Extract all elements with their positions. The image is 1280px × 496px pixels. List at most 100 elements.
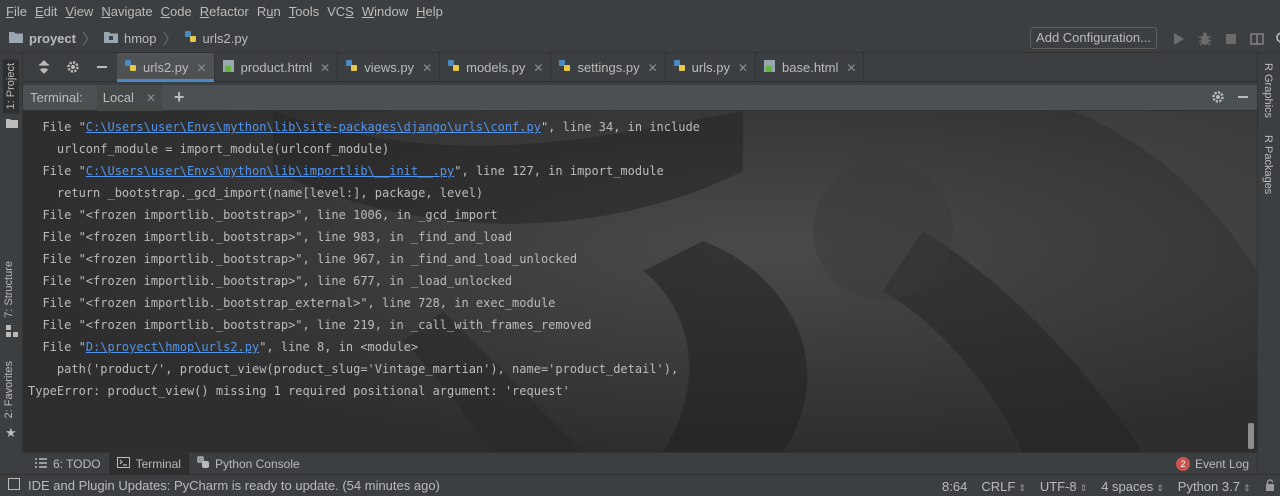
html-file-icon [222,59,236,76]
menu-navigate[interactable]: Navigate [99,0,158,24]
python-file-icon [558,59,572,76]
breadcrumb-folder-label: hmop [123,30,157,46]
terminal-line-text: urlconf_module = import_module(urlconf_m… [28,142,390,156]
terminal-line-text: File "<frozen importlib._bootstrap>", li… [28,252,578,266]
indent-setting[interactable]: 4 spaces ⇕ [1101,479,1164,494]
breadcrumb-project[interactable]: proyect 〉 [0,24,99,53]
tab-urls2-py[interactable]: urls2.py ✕ [117,53,215,82]
indent-setting-text: 4 spaces [1101,478,1154,494]
terminal-tool-button[interactable]: Terminal [108,452,189,475]
menu-tools[interactable]: Tools [287,0,325,24]
python-file-icon [124,59,138,76]
terminal-scrollbar[interactable] [1248,423,1254,449]
status-message[interactable]: IDE and Plugin Updates: PyCharm is ready… [8,478,440,493]
file-encoding[interactable]: UTF-8 ⇕ [1040,479,1087,494]
minimize-icon[interactable] [1237,91,1249,106]
favorites-tool-label: 2: Favorites [3,361,15,419]
r-graphics-tool-button[interactable]: R Graphics [1262,63,1274,118]
terminal-output[interactable]: File "C:\Users\user\Envs\mython\lib\site… [23,111,1257,452]
close-icon[interactable]: ✕ [197,61,207,75]
terminal-line-text: File "<frozen importlib._bootstrap>", li… [28,274,513,288]
terminal-line-text: File " [28,340,86,354]
gear-icon[interactable] [1211,90,1225,107]
stop-icon[interactable] [1218,24,1244,53]
collapse-all-icon[interactable] [29,53,58,82]
menu-vcs[interactable]: VCS [325,0,360,24]
file-path-link[interactable]: C:\Users\user\Envs\mython\lib\importlib\… [86,164,454,178]
menu-window[interactable]: Window [360,0,414,24]
updown-icon: ⇕ [1156,482,1164,493]
terminal-line: File "<frozen importlib._bootstrap>", li… [28,314,700,336]
tab-label: models.py [466,60,526,75]
menu-help[interactable]: Help [414,0,449,24]
tab-product-html[interactable]: product.html ✕ [215,53,339,82]
tab-settings-py[interactable]: settings.py ✕ [551,53,666,82]
right-tool-stripe: R Graphics R Packages [1257,53,1280,473]
breadcrumb-file[interactable]: urls2.py [180,24,248,53]
line-separator[interactable]: CRLF ⇕ [981,479,1026,494]
search-icon[interactable] [1270,24,1280,53]
structure-tool-button[interactable]: 7: Structure [3,261,15,318]
menu-run[interactable]: Run [255,0,287,24]
file-path-link[interactable]: C:\Users\user\Envs\mython\lib\site-packa… [86,120,541,134]
todo-tool-button[interactable]: 6: TODO [27,453,109,475]
python-interpreter-text: Python 3.7 [1177,478,1240,494]
terminal-line-text: return _bootstrap._gcd_import(name[level… [28,186,484,200]
project-tool-button[interactable]: 1: Project [3,59,19,114]
structure-icon [6,325,18,340]
tab-urls-py[interactable]: urls.py ✕ [666,53,757,82]
html-file-icon [763,59,777,76]
favorites-tool-button[interactable]: 2: Favorites [3,361,15,418]
close-icon[interactable]: ✕ [320,61,330,75]
minimize-icon[interactable] [88,53,117,82]
python-interpreter[interactable]: Python 3.7 ⇕ [1178,479,1251,494]
tab-base-html[interactable]: base.html ✕ [756,53,865,82]
menu-file[interactable]: File [4,0,33,24]
tab-views-py[interactable]: views.py ✕ [338,53,441,82]
terminal-line-text: File "<frozen importlib._bootstrap>", li… [28,318,592,332]
terminal-header: Terminal: Local ✕ + [23,84,1257,111]
layout-icon[interactable] [1244,24,1270,53]
terminal-line: File "<frozen importlib._bootstrap>", li… [28,248,700,270]
toggle-tool-windows-icon[interactable] [8,478,20,493]
close-icon[interactable]: ✕ [648,61,658,75]
tab-models-py[interactable]: models.py ✕ [440,53,552,82]
lock-icon[interactable] [1265,478,1275,494]
new-session-icon[interactable]: + [174,87,185,108]
terminal-line: path('product/', product_view(product_sl… [28,358,700,380]
menu-code[interactable]: Code [159,0,198,24]
menu-bar: File Edit View Navigate Code Refactor Run Tools… [0,0,1280,24]
terminal-tool-label: Terminal [135,456,181,471]
python-icon [196,456,209,471]
terminal-line-text: File " [28,120,86,134]
caret-position[interactable]: 8:64 [942,479,967,494]
python-console-tool-button[interactable]: Python Console [189,453,308,475]
menu-edit[interactable]: Edit [33,0,63,24]
terminal-line: File "C:\Users\user\Envs\mython\lib\site… [28,116,699,138]
close-icon[interactable]: ✕ [146,91,156,105]
r-packages-tool-button[interactable]: R Packages [1262,135,1274,194]
python-file-icon [673,59,687,76]
python-file-icon [184,30,198,47]
debug-icon[interactable] [1192,24,1218,53]
run-icon[interactable] [1166,24,1192,53]
close-icon[interactable]: ✕ [422,61,432,75]
terminal-line: File "<frozen importlib._bootstrap>", li… [28,270,700,292]
file-encoding-text: UTF-8 [1039,478,1077,494]
menu-view[interactable]: View [63,0,99,24]
menu-refactor[interactable]: Refactor [198,0,255,24]
event-log-label: Event Log [1194,457,1249,471]
terminal-line: urlconf_module = import_module(urlconf_m… [28,138,700,160]
gear-icon[interactable] [58,53,87,82]
add-configuration-button[interactable]: Add Configuration... [1030,27,1157,49]
close-icon[interactable]: ✕ [533,61,543,75]
close-icon[interactable]: ✕ [738,61,748,75]
terminal-session-tab[interactable]: Local ✕ [96,84,162,111]
file-path-link[interactable]: D:\proyect\hmop\urls2.py [86,340,259,354]
status-message-text: IDE and Plugin Updates: PyCharm is ready… [28,478,440,493]
breadcrumb-folder[interactable]: hmop 〉 [99,24,180,53]
close-icon[interactable]: ✕ [846,61,856,75]
terminal-lines: File "C:\Users\user\Envs\mython\lib\site… [28,116,700,402]
event-log-button[interactable]: 2 Event Log [1175,453,1249,475]
terminal-line: File "<frozen importlib._bootstrap>", li… [28,204,700,226]
